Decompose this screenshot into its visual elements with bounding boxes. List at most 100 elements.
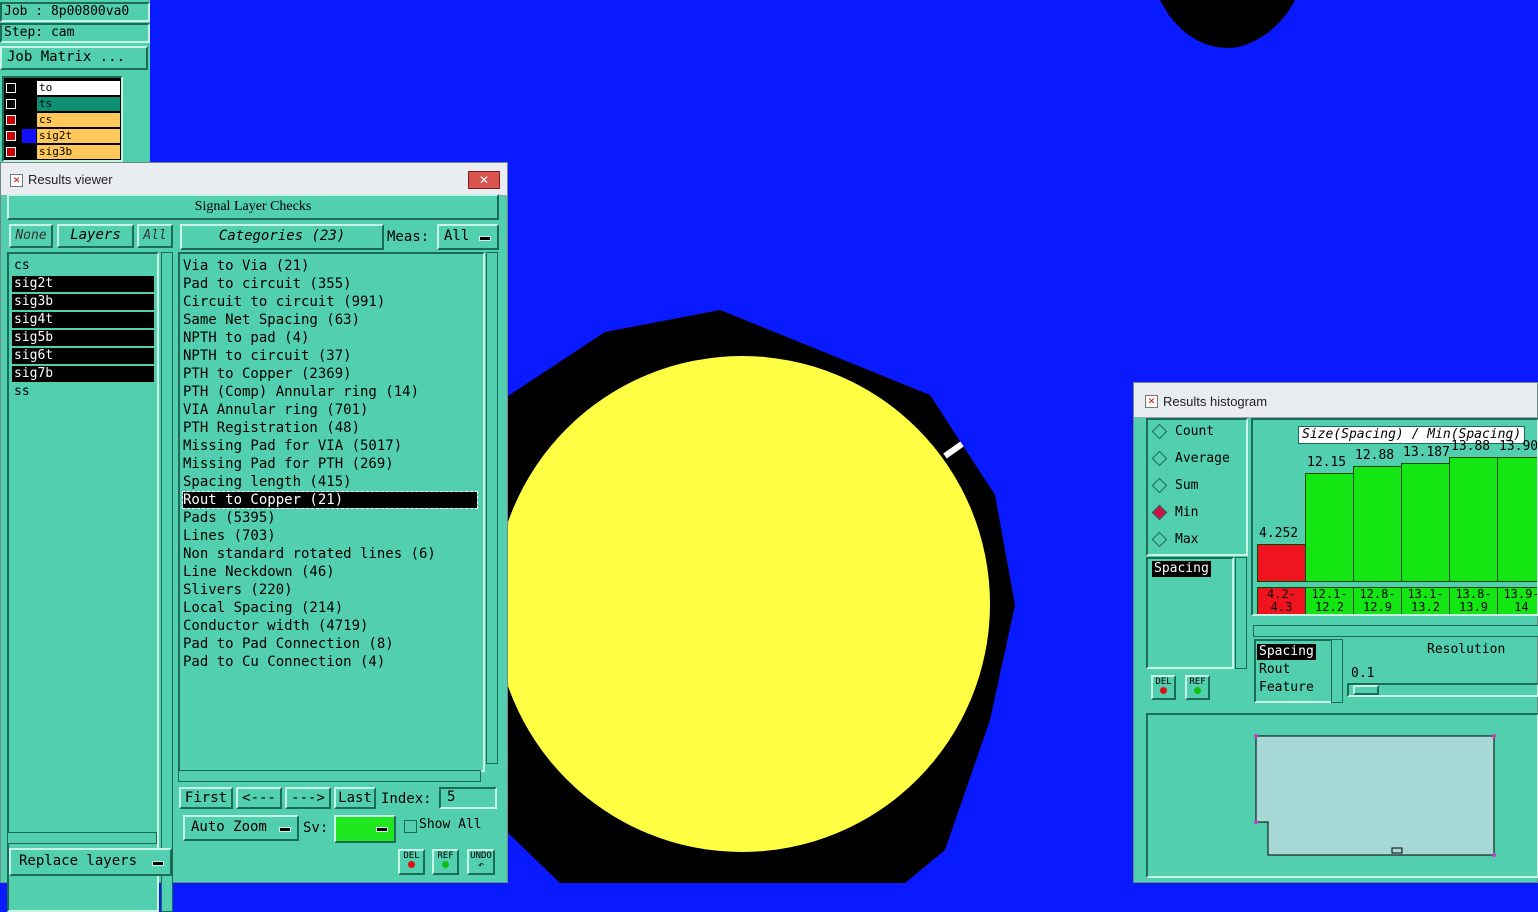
layer-list-item[interactable]: sig5b [12,330,154,346]
hist-del-button[interactable]: DEL [1151,675,1176,700]
ref-button[interactable]: REF [432,849,459,875]
results-viewer-titlebar[interactable]: ✕ Results viewer ✕ [1,163,507,196]
layer-checkbox[interactable] [6,131,16,141]
last-button[interactable]: Last [334,787,376,809]
attribute-listbox[interactable]: Spacing [1146,557,1234,669]
histogram-bar[interactable] [1353,466,1402,582]
layer-name[interactable]: cs [37,113,120,127]
category-item[interactable]: Slivers (220) [183,582,477,598]
category-item[interactable]: Non standard rotated lines (6) [183,546,477,562]
show-all-checkbox[interactable] [404,820,417,833]
prev-button[interactable]: <--- [236,787,282,809]
all-button[interactable]: All [137,224,173,248]
undo-button[interactable]: UNDO ↶ [467,849,495,875]
category-item[interactable]: Lines (703) [183,528,477,544]
layer-row[interactable]: to [4,81,120,95]
slider-thumb[interactable] [1353,685,1379,695]
close-icon[interactable]: ✕ [468,171,500,189]
category-item[interactable]: NPTH to pad (4) [183,330,477,346]
histogram-bar[interactable] [1401,463,1450,582]
bin-label[interactable]: 13.9- 14 [1497,587,1537,614]
attribute-type-item[interactable]: Rout [1257,662,1292,678]
layer-name[interactable]: to [37,81,120,95]
sv-color-dropdown[interactable] [334,815,396,843]
del-button[interactable]: DEL [398,849,425,875]
none-button[interactable]: None [9,224,53,248]
bin-label[interactable]: 13.8- 13.9 [1449,587,1498,614]
category-item[interactable]: Pad to Pad Connection (8) [183,636,477,652]
layers-vscroll[interactable] [161,252,173,912]
layer-row[interactable]: cs [4,113,120,127]
layer-name[interactable]: sig3b [37,145,120,159]
category-item[interactable]: PTH Registration (48) [183,420,477,436]
layer-name[interactable]: sig2t [37,129,120,143]
mode-radio-sum[interactable]: Sum [1151,477,1198,494]
mode-radio-min[interactable]: Min [1151,504,1198,521]
layer-checkbox[interactable] [6,99,16,109]
bin-label[interactable]: 12.8- 12.9 [1353,587,1402,614]
layer-list-item[interactable]: sig7b [12,366,154,382]
layer-row[interactable]: sig3b [4,145,120,159]
attribute-vscroll[interactable] [1235,557,1247,669]
meas-dropdown[interactable]: All [437,224,499,250]
index-input[interactable]: 5 [439,787,497,809]
layer-list-item[interactable]: ss [12,384,154,400]
resolution-slider[interactable] [1347,683,1538,697]
layer-list-item[interactable]: cs [12,258,154,274]
histogram-bar[interactable] [1449,457,1498,582]
board-preview[interactable] [1148,715,1537,876]
categories-listbox[interactable]: Via to Via (21) Pad to circuit (355) Circu… [178,252,485,772]
bin-label[interactable]: 12.1- 12.2 [1305,587,1354,614]
layer-list-item[interactable]: sig6t [12,348,154,364]
category-item[interactable]: PTH (Comp) Annular ring (14) [183,384,477,400]
histogram-bar[interactable] [1257,544,1306,582]
category-item[interactable]: Via to Via (21) [183,258,477,274]
first-button[interactable]: First [179,787,233,809]
attribute-type-vscroll[interactable] [1331,639,1343,703]
layer-row[interactable]: ts [4,97,120,111]
layer-name[interactable]: ts [37,97,120,111]
categories-hscroll[interactable] [178,770,481,782]
job-matrix-button[interactable]: Job Matrix ... [0,46,148,70]
category-item[interactable]: Pad to Cu Connection (4) [183,654,477,670]
attribute-type-item[interactable]: Spacing [1257,644,1316,660]
category-item[interactable]: Pads (5395) [183,510,477,526]
histogram-chart[interactable]: Size(Spacing) / Min(Spacing) 4.252 4.2- 4.… [1251,418,1538,616]
auto-zoom-dropdown[interactable]: Auto Zoom [183,815,299,841]
category-item[interactable]: PTH to Copper (2369) [183,366,477,382]
histogram-bar[interactable] [1497,457,1537,582]
layers-listbox[interactable]: cs sig2t sig3b sig4t sig5b sig6t sig7b ss [7,252,159,912]
layer-checkbox[interactable] [6,83,16,93]
chart-hscroll[interactable] [1253,625,1538,637]
category-item[interactable]: Local Spacing (214) [183,600,477,616]
layer-checkbox[interactable] [6,147,16,157]
category-item[interactable]: Rout to Copper (21) [182,491,478,509]
category-item[interactable]: Pad to circuit (355) [183,276,477,292]
category-item[interactable]: Conductor width (4719) [183,618,477,634]
histogram-bar[interactable] [1305,473,1354,582]
category-item[interactable]: NPTH to circuit (37) [183,348,477,364]
mode-radio-max[interactable]: Max [1151,531,1198,548]
layer-list-item[interactable]: sig2t [12,276,154,292]
layer-list-item[interactable]: sig4t [12,312,154,328]
hist-ref-button[interactable]: REF [1185,675,1210,700]
category-item[interactable]: VIA Annular ring (701) [183,402,477,418]
histogram-titlebar[interactable]: ✕ Results histogram [1134,383,1537,418]
category-item[interactable]: Line Neckdown (46) [183,564,477,580]
attribute-type-item[interactable]: Feature [1257,680,1316,696]
next-button[interactable]: ---> [285,787,331,809]
category-item[interactable]: Spacing length (415) [183,474,477,490]
category-item[interactable]: Circuit to circuit (991) [183,294,477,310]
category-item[interactable]: Same Net Spacing (63) [183,312,477,328]
mode-radio-average[interactable]: Average [1151,450,1230,467]
categories-button[interactable]: Categories (23) [180,224,384,250]
bin-label[interactable]: 4.2- 4.3 [1257,587,1306,614]
category-item[interactable]: Missing Pad for PTH (269) [183,456,477,472]
layers-hscroll[interactable] [7,832,157,844]
layers-button[interactable]: Layers [57,224,134,248]
category-item[interactable]: Missing Pad for VIA (5017) [183,438,477,454]
layer-checkbox[interactable] [6,115,16,125]
mode-radio-count[interactable]: Count [1151,423,1214,440]
categories-vscroll[interactable] [486,252,498,764]
layer-list-item[interactable]: sig3b [12,294,154,310]
